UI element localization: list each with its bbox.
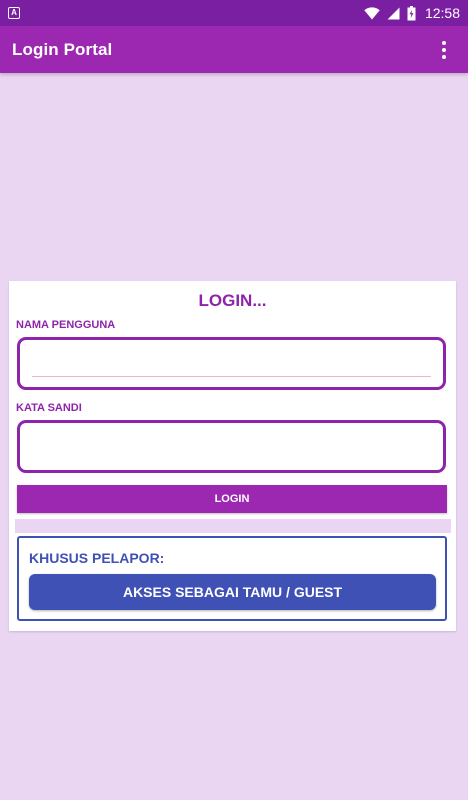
status-bar: A 12:58 (0, 0, 468, 26)
guest-panel: KHUSUS PELAPOR: AKSES SEBAGAI TAMU / GUE… (17, 536, 447, 621)
app-title: Login Portal (12, 39, 113, 59)
overflow-menu-icon[interactable] (432, 38, 456, 62)
login-button[interactable]: LOGIN (17, 485, 447, 513)
password-field-container (17, 420, 446, 473)
notification-icon: A (8, 7, 20, 19)
password-label: KATA SANDI (16, 402, 82, 414)
battery-icon (407, 5, 416, 20)
login-title: LOGIN... (198, 291, 267, 310)
username-underline (32, 376, 431, 377)
signal-icon (387, 7, 400, 19)
username-field-container (17, 337, 446, 390)
status-time: 12:58 (424, 5, 460, 21)
app-bar: Login Portal (0, 26, 468, 73)
login-card: LOGIN... NAMA PENGGUNA KATA SANDI LOGIN … (9, 281, 456, 631)
guest-section-label: KHUSUS PELAPOR: (29, 550, 165, 566)
username-label: NAMA PENGGUNA (16, 319, 116, 331)
username-input[interactable] (30, 348, 433, 376)
guest-access-button[interactable]: AKSES SEBAGAI TAMU / GUEST (29, 574, 436, 610)
status-icons: 12:58 (364, 5, 460, 21)
password-input[interactable] (30, 431, 433, 459)
wifi-icon (364, 6, 380, 19)
divider-strip (15, 519, 451, 533)
